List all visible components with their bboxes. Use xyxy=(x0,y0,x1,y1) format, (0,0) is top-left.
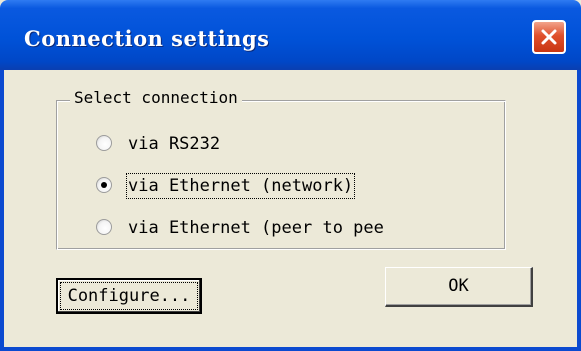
groupbox-label: Select connection xyxy=(70,88,242,107)
window-border-right xyxy=(577,70,581,351)
configure-button-label: Configure... xyxy=(58,280,200,312)
option-ethernet-peer-label: via Ethernet (peer to pee xyxy=(128,218,384,238)
window-border-left xyxy=(0,70,4,351)
window-title: Connection settings xyxy=(24,26,270,51)
ok-button[interactable]: OK xyxy=(385,267,533,307)
close-button[interactable] xyxy=(532,20,566,54)
window-border-bottom xyxy=(0,347,581,351)
radio-selected-dot xyxy=(101,182,107,188)
radio-rs232[interactable] xyxy=(96,135,112,151)
option-ethernet-network-label: via Ethernet (network) xyxy=(125,173,356,199)
radio-ethernet-peer[interactable] xyxy=(96,219,112,235)
radio-ethernet-network[interactable] xyxy=(96,177,112,193)
title-bar[interactable]: Connection settings xyxy=(0,0,581,70)
connection-settings-dialog: Connection settings Select connection vi… xyxy=(0,0,581,351)
close-icon xyxy=(541,29,557,45)
option-rs232-label: via RS232 xyxy=(128,134,221,154)
configure-button[interactable]: Configure... xyxy=(56,278,202,314)
